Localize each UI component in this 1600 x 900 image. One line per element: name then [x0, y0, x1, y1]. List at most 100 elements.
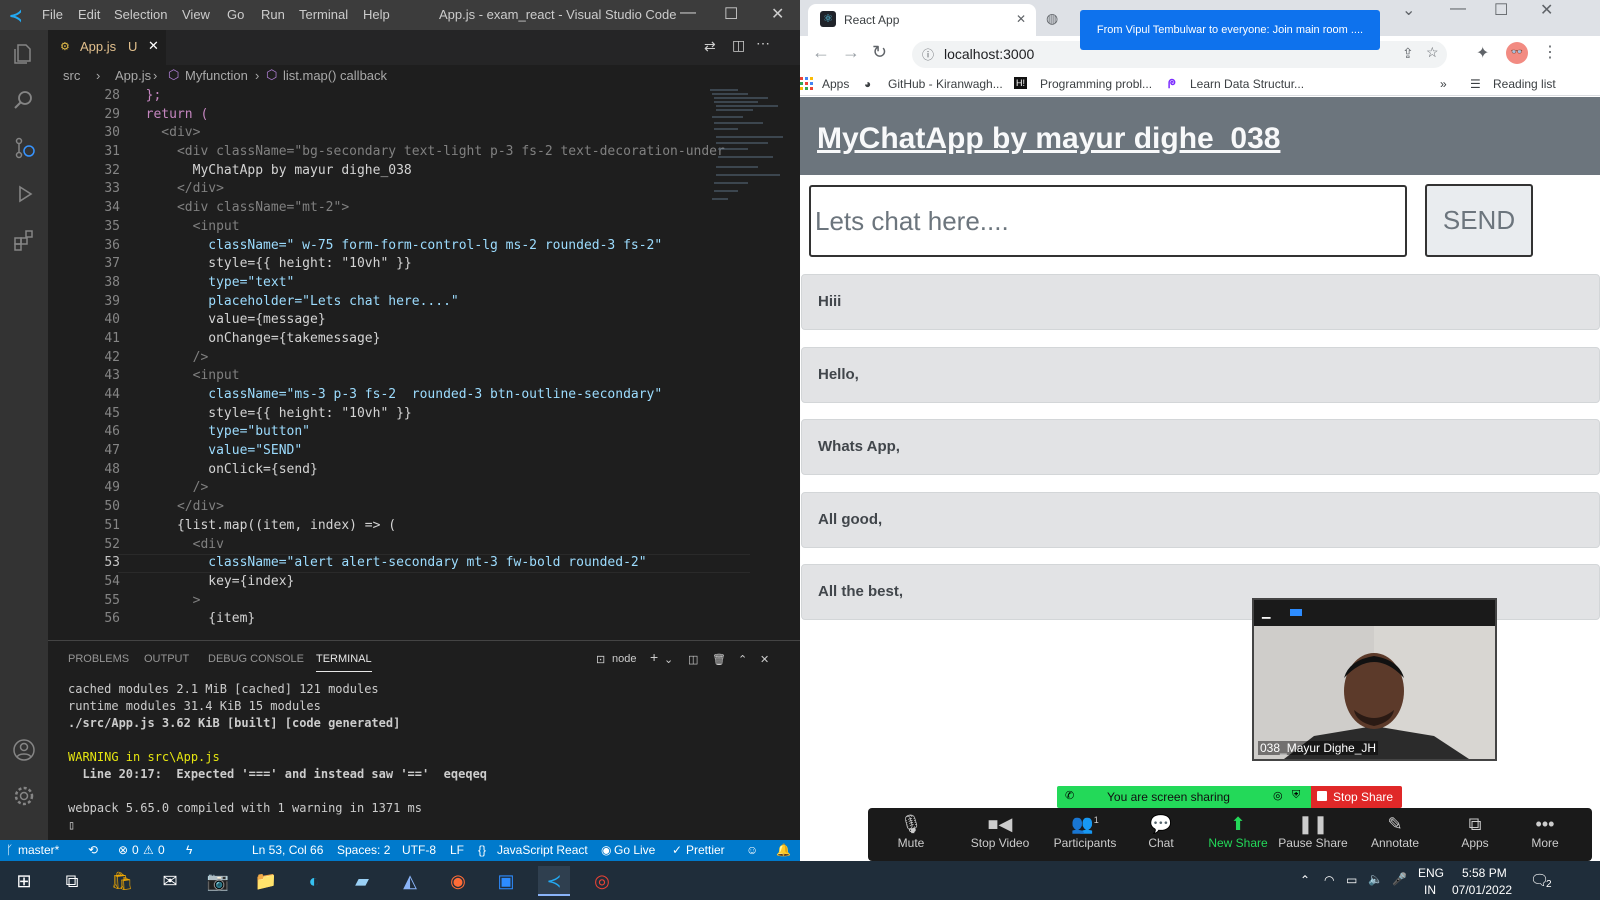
code-line[interactable]: type="text" — [130, 274, 750, 293]
code-line[interactable]: <div — [130, 536, 750, 555]
mute-button[interactable]: 🎙 Mute — [876, 808, 946, 850]
tab-search-icon[interactable]: ⌄ — [1402, 0, 1415, 20]
close-tab-icon[interactable]: ✕ — [1016, 12, 1026, 26]
code-line[interactable]: /> — [130, 349, 750, 368]
code-line[interactable]: </div> — [130, 180, 750, 199]
explorer-icon[interactable] — [12, 42, 36, 66]
minimize-video-icon[interactable]: ▁ — [1262, 606, 1270, 619]
minimize-icon[interactable]: — — [1450, 0, 1466, 18]
bookmark-programming[interactable]: Programming probl... — [1040, 77, 1152, 91]
go-live-button[interactable]: Go Live — [614, 843, 655, 857]
prettier-status[interactable]: Prettier — [686, 843, 725, 857]
clock-time[interactable]: 5:58 PM — [1462, 866, 1507, 880]
wifi-icon[interactable]: ◠ — [1324, 873, 1334, 887]
store-icon[interactable]: 🛍 — [106, 866, 138, 896]
more-button[interactable]: ••• More — [1510, 808, 1580, 850]
show-hidden-icons[interactable]: ⌃ — [1300, 873, 1310, 887]
tab-app-js[interactable]: ⚙ App.js U ✕ — [48, 30, 166, 65]
code-line[interactable]: </div> — [130, 498, 750, 517]
split-editor-icon[interactable]: ◫ — [732, 37, 745, 54]
edge-browser-icon[interactable]: ◐ — [298, 866, 330, 896]
cursor-position[interactable]: Ln 53, Col 66 — [252, 843, 323, 857]
panel-tab-problems[interactable]: PROBLEMS — [68, 653, 129, 665]
reload-icon[interactable]: ↻ — [872, 42, 887, 63]
close-panel-icon[interactable]: ✕ — [760, 653, 769, 666]
line-ending[interactable]: LF — [450, 843, 464, 857]
code-line[interactable]: <div className="mt-2"> — [130, 199, 750, 218]
code-line[interactable]: }; — [130, 87, 750, 106]
code-line[interactable]: {item} — [130, 610, 750, 629]
sync-icon[interactable]: ⟲ — [88, 843, 98, 857]
clock-date[interactable]: 07/01/2022 — [1452, 883, 1512, 897]
settings-gear-icon[interactable] — [12, 784, 36, 808]
code-line[interactable]: <div className="bg-secondary text-light … — [130, 143, 750, 162]
bell-icon[interactable]: 🔔 — [776, 843, 791, 857]
breadcrumb-src[interactable]: src — [63, 68, 80, 83]
task-view-icon[interactable]: ⧉ — [56, 866, 88, 896]
bookmark-learn-ds[interactable]: Learn Data Structur... — [1190, 77, 1304, 91]
menu-go[interactable]: Go — [227, 7, 244, 22]
menu-run[interactable]: Run — [261, 7, 285, 22]
run-debug-icon[interactable] — [12, 182, 36, 206]
region-code[interactable]: IN — [1424, 883, 1436, 897]
code-line[interactable]: {list.map((item, index) => ( — [130, 517, 750, 536]
battery-icon[interactable]: ▭ — [1346, 873, 1357, 887]
indentation[interactable]: Spaces: 2 — [337, 843, 390, 857]
code-line[interactable]: style={{ height: "10vh" }} — [130, 255, 750, 274]
account-icon[interactable] — [12, 738, 36, 762]
menu-edit[interactable]: Edit — [78, 7, 100, 22]
menu-selection[interactable]: Selection — [114, 7, 167, 22]
chrome-menu-icon[interactable]: ⋮ — [1542, 42, 1558, 62]
more-bookmarks-icon[interactable]: » — [1440, 77, 1447, 91]
code-line[interactable]: style={{ height: "10vh" }} — [130, 405, 750, 424]
code-line[interactable]: className="ms-3 p-3 fs-2 rounded-3 btn-o… — [130, 386, 750, 405]
vscode-app-icon[interactable]: ≺ — [538, 866, 570, 896]
chevron-down-icon[interactable]: ⌄ — [664, 653, 673, 666]
chat-button[interactable]: 💬 Chat — [1126, 808, 1196, 850]
code-line[interactable]: /> — [130, 479, 750, 498]
code-line[interactable]: value="SEND" — [130, 442, 750, 461]
stop-share-button[interactable]: Stop Share — [1311, 786, 1402, 808]
zoom-video-thumbnail[interactable]: ▁ 038_Mayur Dighe_JH — [1252, 598, 1497, 761]
code-line[interactable]: value={message} — [130, 311, 750, 330]
bookmark-github[interactable]: GitHub - Kiranwagh... — [888, 77, 1003, 91]
menu-file[interactable]: File — [42, 7, 63, 22]
maximize-icon[interactable]: ☐ — [1494, 0, 1508, 20]
close-icon[interactable]: ✕ — [771, 4, 784, 24]
split-terminal-icon[interactable]: ◫ — [688, 653, 698, 666]
mail-icon[interactable]: ✉ — [154, 866, 186, 896]
warning-count[interactable]: 0 — [158, 843, 165, 857]
windows-start-icon[interactable]: ⊞ — [8, 866, 40, 896]
annotate-button[interactable]: ✎ Annotate — [1360, 808, 1430, 850]
globe-favicon-icon[interactable]: ◍ — [1046, 10, 1058, 27]
video-view-icon[interactable] — [1290, 609, 1302, 616]
camera-icon[interactable]: 📷 — [202, 866, 234, 896]
file-explorer-icon[interactable]: 📁 — [250, 866, 282, 896]
close-tab-icon[interactable]: ✕ — [148, 38, 159, 54]
vpn-app-icon[interactable]: ◭ — [394, 866, 426, 896]
panel-tab-debug-console[interactable]: DEBUG CONSOLE — [208, 653, 304, 665]
code-line[interactable]: type="button" — [130, 423, 750, 442]
code-line[interactable]: onClick={send} — [130, 461, 750, 480]
code-editor[interactable]: 28 29 30 31 32 33 34 35 36 37 38 39 40 41 42 43 44 45 46 47… — [48, 87, 800, 640]
new-terminal-icon[interactable]: + — [650, 649, 658, 665]
feedback-icon[interactable]: ☺ — [746, 843, 758, 857]
more-actions-icon[interactable]: ⋯ — [756, 35, 770, 52]
search-icon[interactable] — [12, 88, 36, 112]
minimap[interactable] — [708, 87, 788, 217]
maximize-icon[interactable]: ☐ — [724, 4, 738, 24]
chrome-app-icon[interactable]: ◎ — [586, 866, 618, 896]
share-icon[interactable]: ⇪ — [1402, 45, 1414, 62]
trash-icon[interactable]: 🗑 — [712, 653, 726, 666]
mic-tray-icon[interactable]: 🎤 — [1392, 872, 1407, 886]
volume-icon[interactable]: 🔈 — [1368, 872, 1383, 886]
minimize-icon[interactable]: — — [680, 4, 696, 22]
code-line[interactable]: key={index} — [130, 573, 750, 592]
code-content[interactable]: }; return ( <div> <div className="bg-sec… — [130, 87, 750, 629]
maximize-panel-icon[interactable]: ⌃ — [738, 653, 747, 666]
close-icon[interactable]: ✕ — [1540, 0, 1553, 20]
bookmark-apps[interactable]: Apps — [822, 77, 849, 91]
notepad-icon[interactable]: ▰ — [346, 866, 378, 896]
language-code[interactable]: ENG — [1418, 866, 1444, 880]
code-line[interactable]: placeholder="Lets chat here...." — [130, 293, 750, 312]
